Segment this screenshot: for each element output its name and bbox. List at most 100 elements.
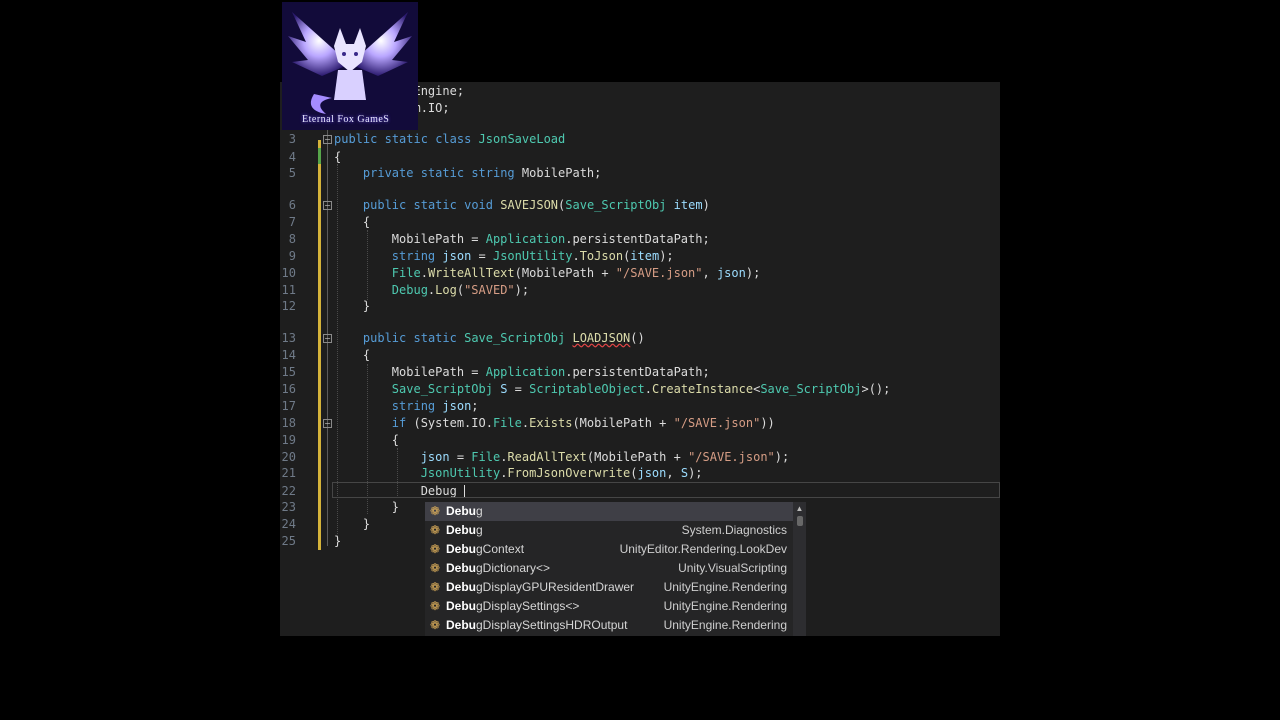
completion-item[interactable]: ❁ DebugContext UnityEditor.Rendering.LookD… [425, 540, 793, 559]
code-text: MobilePath = Application.persistentDataP… [334, 232, 710, 246]
class-icon: ❁ [429, 580, 441, 594]
code-text: Debug.Log("SAVED"); [391, 283, 530, 297]
intellisense-popup[interactable]: ❁ Debug ❁ Debug System.Diagnostics ❁ DebugCont… [425, 502, 806, 636]
class-icon: ❁ [429, 504, 441, 518]
line-number: 13 [281, 331, 296, 345]
code-line[interactable]: 3 − public static class JsonSaveLoad [280, 131, 1000, 148]
completion-scrollbar[interactable]: ▲ [793, 502, 806, 636]
line-number: 25 [281, 534, 296, 548]
line-number: 24 [281, 517, 296, 531]
completion-namespace: Unity.VisualScripting [678, 561, 787, 575]
fox-logo [282, 2, 418, 130]
code-line[interactable]: 9 string json = JsonUtility.ToJson(item)… [280, 248, 1000, 265]
code-text: } [334, 299, 371, 313]
code-text: Save_ScriptObj S = ScriptableObject.Crea… [391, 382, 891, 396]
line-number: 5 [288, 166, 296, 180]
code-line[interactable]: 15 MobilePath = Application.persistentDa… [280, 364, 1000, 381]
code-line[interactable]: 8 MobilePath = Application.persistentDat… [280, 231, 1000, 248]
class-icon: ❁ [429, 523, 441, 537]
completion-item[interactable]: ❁ DebugDictionary<> Unity.VisualScripting [425, 559, 793, 578]
class-icon: ❁ [429, 599, 441, 613]
code-line[interactable]: 16 Save_ScriptObj S = ScriptableObject.C… [280, 381, 1000, 398]
collapse-toggle-icon[interactable]: − [323, 135, 332, 144]
text-caret [464, 485, 465, 497]
completion-namespace: UnityEditor.Rendering.LookDev [619, 542, 787, 556]
code-text: public static void SAVEJSON(Save_ScriptO… [362, 198, 710, 212]
line-number: 10 [281, 266, 296, 280]
collapse-toggle-icon[interactable]: − [323, 334, 332, 343]
scrollbar-thumb[interactable] [797, 516, 803, 526]
code-text: { [334, 348, 371, 362]
code-line[interactable]: 10 File.WriteAllText(MobilePath + "/SAVE… [280, 265, 1000, 282]
code-line[interactable]: 7 { [280, 214, 1000, 231]
line-number: 6 [288, 198, 296, 212]
code-text: string json = JsonUtility.ToJson(item); [391, 249, 674, 263]
line-number: 22 [281, 484, 296, 498]
code-line[interactable]: 21 JsonUtility.FromJsonOverwrite(json, S… [280, 465, 1000, 482]
code-text: public static class JsonSaveLoad [334, 132, 566, 146]
completion-namespace: UnityEngine.Rendering [663, 580, 787, 594]
code-line[interactable]: 19 { [280, 432, 1000, 449]
class-icon: ❁ [429, 561, 441, 575]
line-number: 20 [281, 450, 296, 464]
line-number: 9 [288, 249, 296, 263]
line-number: 21 [281, 466, 296, 480]
code-text: MobilePath = Application.persistentDataP… [334, 365, 710, 379]
current-line-highlight [332, 482, 1000, 498]
line-number: 3 [288, 132, 296, 146]
code-line[interactable]: 20 json = File.ReadAllText(MobilePath + … [280, 449, 1000, 466]
code-line[interactable]: 12 } [280, 298, 1000, 315]
code-line[interactable]: 5 private static string MobilePath; [280, 165, 1000, 182]
class-icon: ❁ [429, 618, 441, 632]
code-text: json = File.ReadAllText(MobilePath + "/S… [420, 450, 790, 464]
code-text: public static Save_ScriptObj LOADJSON() [362, 331, 645, 345]
collapse-toggle-icon[interactable]: − [323, 419, 332, 428]
completion-name: DebugDisplaySettingsHDROutput [446, 618, 628, 632]
scroll-up-arrow-icon[interactable]: ▲ [795, 505, 804, 513]
completion-namespace: UnityEngine.Rendering [663, 618, 787, 632]
line-number: 18 [281, 416, 296, 430]
code-line[interactable]: 14 { [280, 347, 1000, 364]
code-text: } [334, 517, 371, 531]
completion-name: Debug [446, 504, 483, 518]
completion-namespace: UnityEngine.Rendering [663, 599, 787, 613]
code-text: if (System.IO.File.Exists(MobilePath + "… [391, 416, 775, 430]
line-number: 16 [281, 382, 296, 396]
line-number: 15 [281, 365, 296, 379]
code-text: private static string MobilePath; [362, 166, 602, 180]
completion-name: DebugDisplaySettings<> [446, 599, 580, 613]
line-number: 23 [281, 500, 296, 514]
completion-item[interactable]: ❁ DebugDisplaySettingsHDROutput UnityEngin… [425, 616, 793, 635]
line-number: 14 [281, 348, 296, 362]
code-line[interactable]: 6 − public static void SAVEJSON(Save_Scri… [280, 197, 1000, 214]
completion-item[interactable]: ❁ DebugDisplayGPUResidentDrawer UnityEngin… [425, 578, 793, 597]
code-text: File.WriteAllText(MobilePath + "/SAVE.js… [391, 266, 761, 280]
line-number: 12 [281, 299, 296, 313]
completion-name: DebugContext [446, 542, 525, 556]
code-line[interactable]: 4{ [280, 149, 1000, 166]
line-number: 17 [281, 399, 296, 413]
line-number: 19 [281, 433, 296, 447]
code-line[interactable]: 11 Debug.Log("SAVED"); [280, 282, 1000, 299]
line-number: 4 [288, 150, 296, 164]
completion-namespace: System.Diagnostics [681, 523, 787, 537]
completion-item[interactable]: ❁ Debug System.Diagnostics [425, 521, 793, 540]
indent-guide [367, 230, 368, 300]
indent-guide [337, 164, 338, 536]
line-number: 8 [288, 232, 296, 246]
code-line[interactable]: 18 − if (System.IO.File.Exists(MobilePath… [280, 415, 1000, 432]
completion-name: DebugDisplayGPUResidentDrawer [446, 580, 635, 594]
collapse-toggle-icon[interactable]: − [323, 201, 332, 210]
completion-item[interactable]: ❁ DebugDisplaySettings<> UnityEngine.Rende… [425, 597, 793, 616]
completion-item[interactable]: ❁ Debug [425, 502, 793, 521]
code-text: { [334, 215, 371, 229]
code-text: string json; [391, 399, 479, 413]
code-line[interactable]: 13 − public static Save_ScriptObj LOADJSO… [280, 330, 1000, 347]
logo-text: Eternal Fox GameS [302, 114, 390, 125]
code-text: JsonUtility.FromJsonOverwrite(json, S); [420, 466, 703, 480]
completion-name: Debug [446, 523, 483, 537]
code-line[interactable]: 17 string json; [280, 398, 1000, 415]
class-icon: ❁ [429, 542, 441, 556]
line-number: 11 [281, 283, 296, 297]
completion-name: DebugDictionary<> [446, 561, 551, 575]
